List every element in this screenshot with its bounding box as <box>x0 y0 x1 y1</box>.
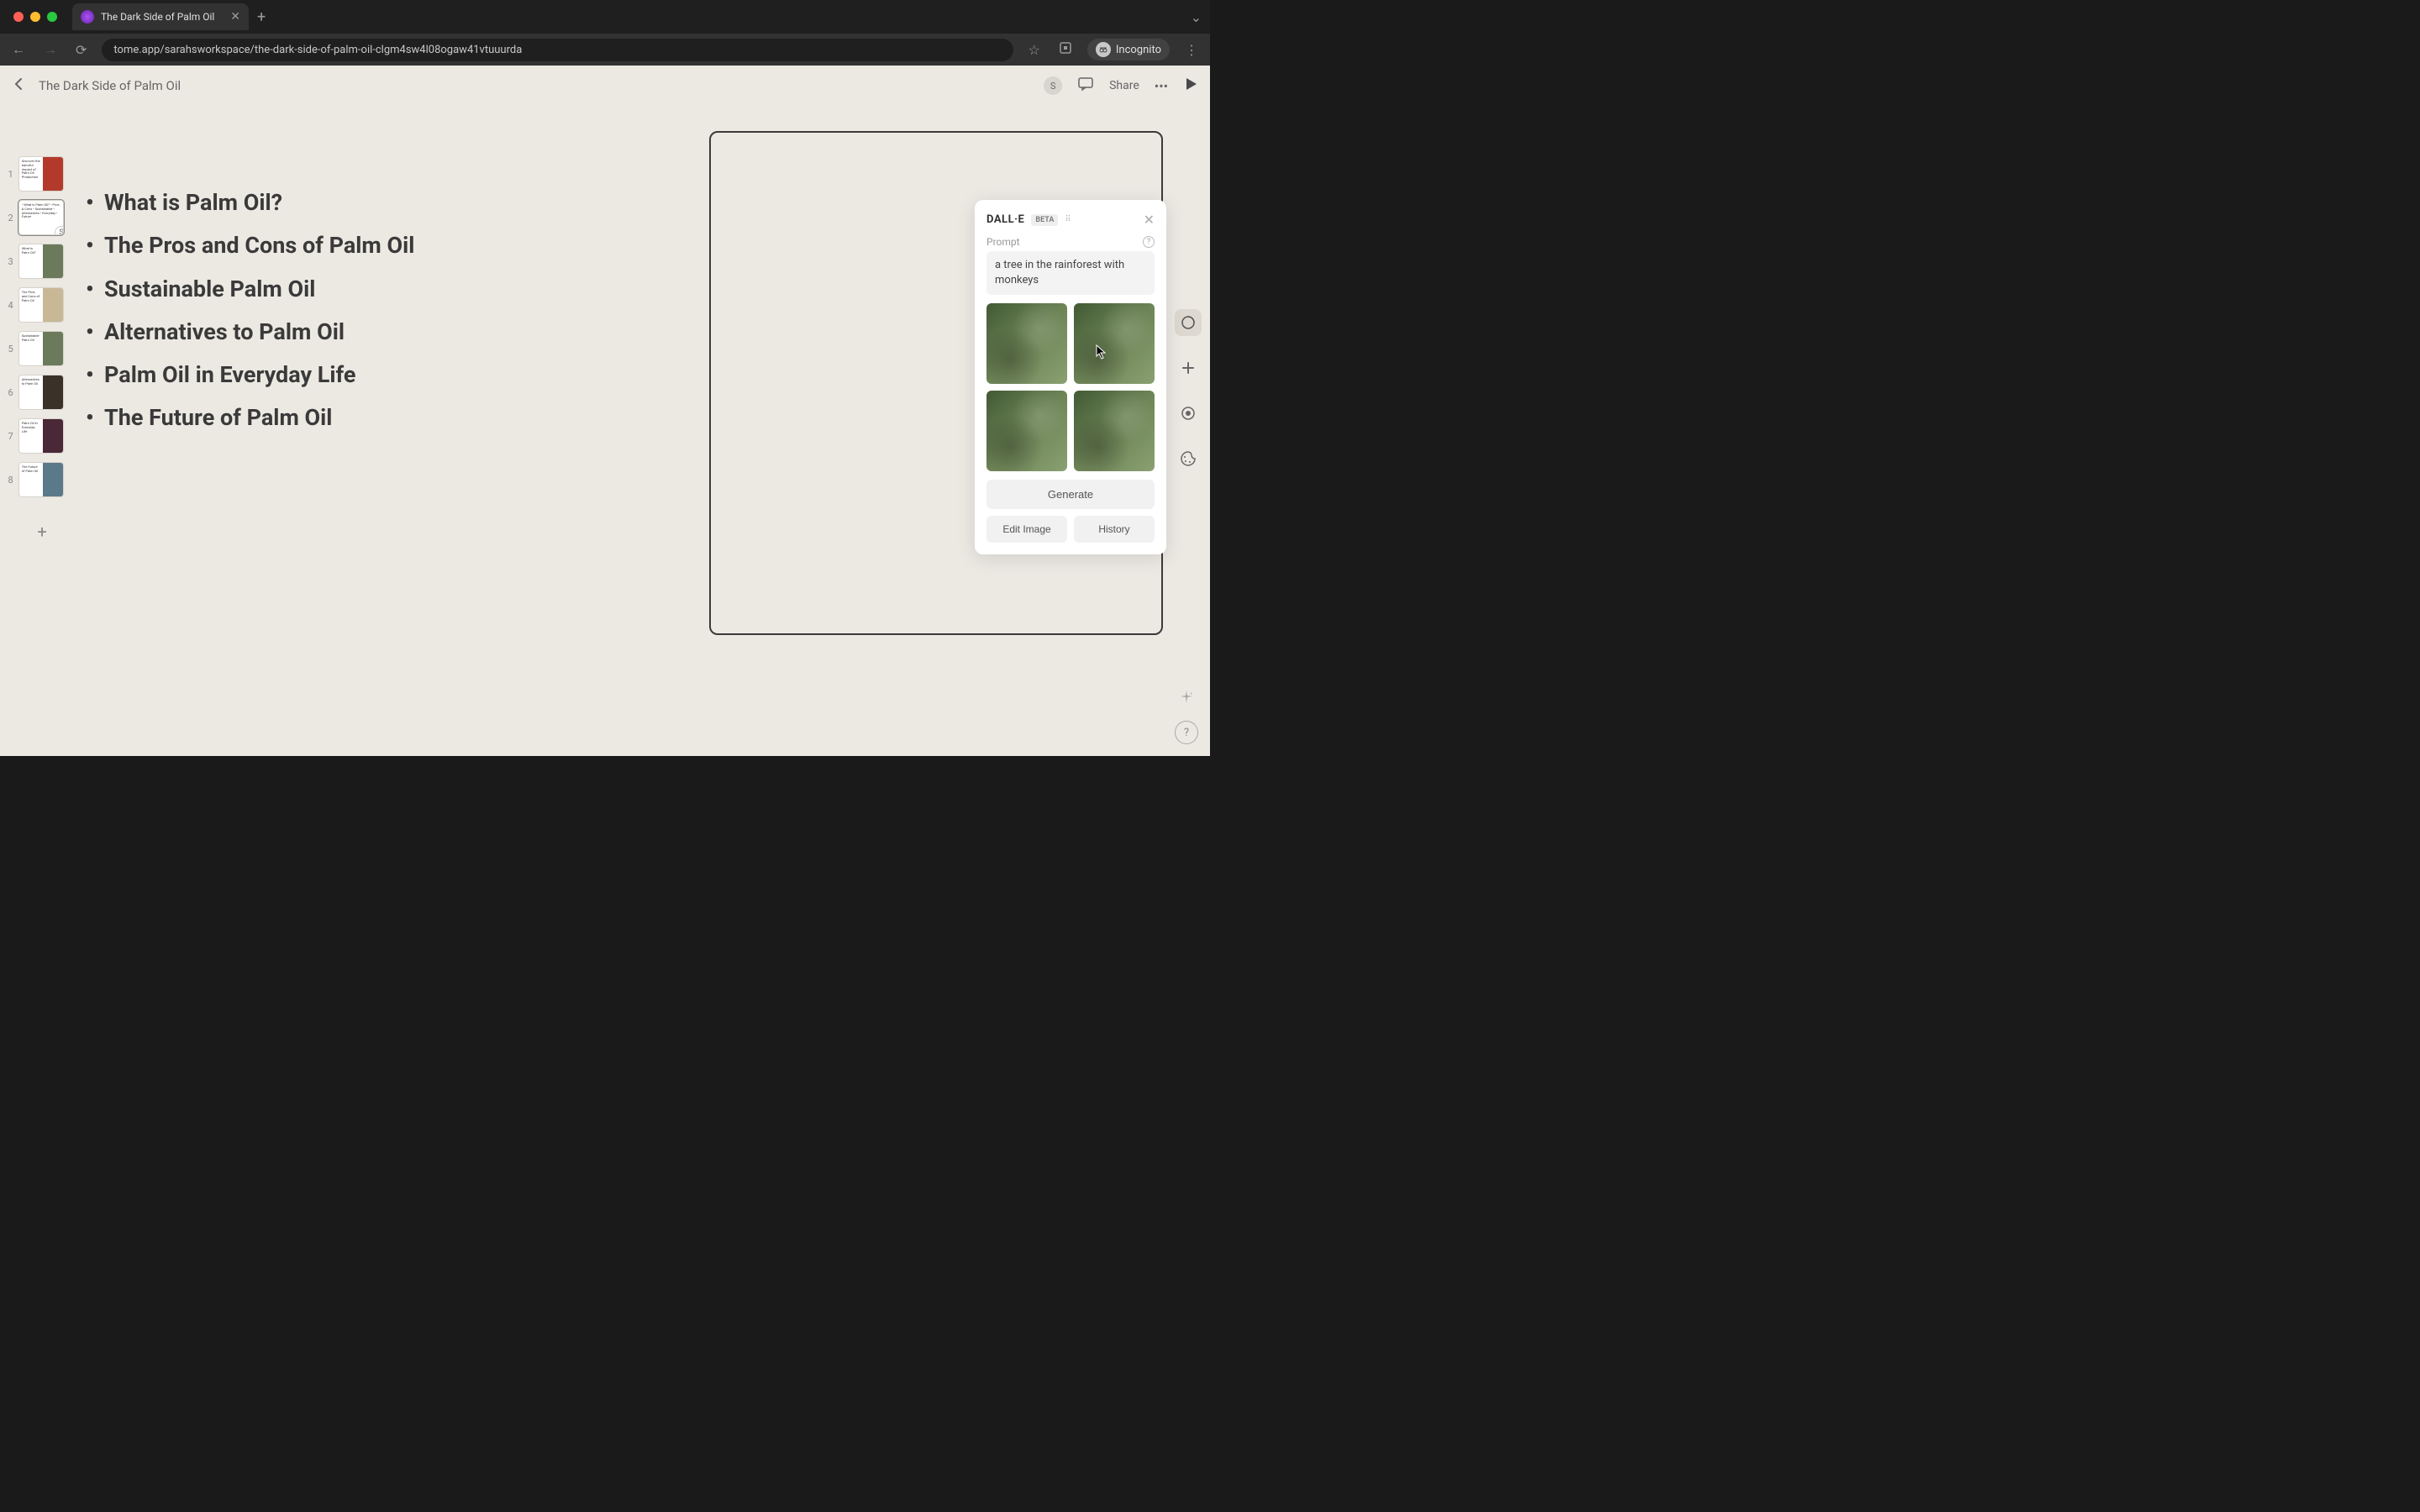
thumb-number: 6 <box>7 387 13 398</box>
present-button[interactable] <box>1183 76 1198 95</box>
slide-thumbnails: 1 Discover the harmful impact of Palm Oi… <box>7 156 64 549</box>
prompt-label: Prompt <box>986 236 1020 248</box>
window-minimize-button[interactable] <box>30 12 40 22</box>
url-input[interactable]: tome.app/sarahsworkspace/the-dark-side-o… <box>102 39 1013 61</box>
add-slide-button[interactable]: + <box>18 514 66 549</box>
thumb-number: 4 <box>7 300 13 311</box>
dalle-panel: DALL·E BETA ⠿ ✕ Prompt ? a tree in the r… <box>975 200 1166 554</box>
chevron-down-icon[interactable]: ⌄ <box>1191 9 1202 25</box>
results-grid <box>986 303 1155 471</box>
extensions-icon[interactable] <box>1055 38 1076 61</box>
thumb-user-badge: S <box>55 226 64 235</box>
favicon-icon <box>81 10 94 24</box>
slide-thumb-3[interactable]: What is Palm Oil? <box>18 244 64 279</box>
slide-thumb-8[interactable]: The Future of Palm Oil <box>18 462 64 497</box>
more-menu-icon[interactable]: ••• <box>1155 78 1168 94</box>
traffic-lights <box>8 12 57 22</box>
generate-button[interactable]: Generate <box>986 480 1155 509</box>
address-bar: ← → ⟳ tome.app/sarahsworkspace/the-dark-… <box>0 34 1210 66</box>
slide-text-block[interactable]: What is Palm Oil? The Pros and Cons of P… <box>74 131 709 732</box>
slide-thumb-5[interactable]: Sustainable Palm Oil <box>18 331 64 366</box>
theme-palette-icon[interactable] <box>1175 445 1202 472</box>
nav-forward-button[interactable]: → <box>40 38 60 61</box>
bullet-item[interactable]: The Future of Palm Oil <box>82 396 692 439</box>
ai-sparkle-icon[interactable] <box>1175 685 1198 709</box>
window-close-button[interactable] <box>13 12 24 22</box>
browser-menu-icon[interactable]: ⋮ <box>1181 39 1202 61</box>
beta-badge: BETA <box>1031 214 1058 226</box>
close-icon[interactable]: ✕ <box>1144 212 1155 228</box>
bullet-item[interactable]: The Pros and Cons of Palm Oil <box>82 224 692 267</box>
thumb-number: 2 <box>7 213 13 223</box>
thumb-number: 5 <box>7 344 13 354</box>
back-chevron-icon[interactable] <box>12 76 27 95</box>
document-title[interactable]: The Dark Side of Palm Oil <box>39 78 181 93</box>
tab-close-icon[interactable]: ✕ <box>230 10 240 24</box>
drag-handle-icon[interactable]: ⠿ <box>1065 215 1072 224</box>
share-button[interactable]: Share <box>1109 79 1139 92</box>
help-button[interactable]: ? <box>1175 721 1198 744</box>
right-toolbar <box>1175 309 1202 472</box>
help-icon[interactable]: ? <box>1143 236 1155 248</box>
ai-swirl-icon[interactable] <box>1175 309 1202 336</box>
incognito-icon <box>1096 42 1111 57</box>
dalle-title: DALL·E <box>986 213 1024 226</box>
user-avatar[interactable]: S <box>1044 76 1062 95</box>
new-tab-button[interactable]: + <box>257 8 266 26</box>
thumb-number: 1 <box>7 169 13 180</box>
bullet-item[interactable]: Palm Oil in Everyday Life <box>82 354 692 396</box>
app-header: The Dark Side of Palm Oil S Share ••• <box>0 66 1210 106</box>
thumb-number: 8 <box>7 475 13 486</box>
comments-icon[interactable] <box>1077 76 1094 96</box>
bullet-item[interactable]: Sustainable Palm Oil <box>82 268 692 311</box>
slide-thumb-4[interactable]: The Pros and Cons of Palm Oil <box>18 287 64 323</box>
window-maximize-button[interactable] <box>47 12 57 22</box>
slide-thumb-1[interactable]: Discover the harmful impact of Palm Oil … <box>18 156 64 192</box>
nav-reload-button[interactable]: ⟳ <box>72 39 90 61</box>
bullet-item[interactable]: Alternatives to Palm Oil <box>82 311 692 354</box>
slide-thumb-7[interactable]: Palm Oil in Everyday Life <box>18 418 64 454</box>
edit-image-button[interactable]: Edit Image <box>986 516 1067 543</box>
prompt-input[interactable]: a tree in the rainforest with monkeys <box>986 251 1155 295</box>
browser-tab[interactable]: The Dark Side of Palm Oil ✕ <box>72 3 249 30</box>
nav-back-button[interactable]: ← <box>8 38 29 61</box>
slide-thumb-6[interactable]: Alternatives to Palm Oil <box>18 375 64 410</box>
add-block-icon[interactable] <box>1175 354 1202 381</box>
history-button[interactable]: History <box>1074 516 1155 543</box>
thumb-number: 7 <box>7 431 13 442</box>
app-root: The Dark Side of Palm Oil S Share ••• 1 … <box>0 66 1210 756</box>
incognito-badge[interactable]: Incognito <box>1087 39 1170 60</box>
browser-title-bar: The Dark Side of Palm Oil ✕ + ⌄ <box>0 0 1210 34</box>
slide-thumb-2[interactable]: • What is Palm Oil? • Pros & Cons • Sust… <box>18 200 64 235</box>
incognito-label: Incognito <box>1116 44 1161 56</box>
bookmark-star-icon[interactable]: ☆ <box>1025 39 1044 61</box>
tab-title: The Dark Side of Palm Oil <box>101 11 224 23</box>
result-image-1[interactable] <box>986 303 1067 384</box>
result-image-2[interactable] <box>1074 303 1155 384</box>
result-image-4[interactable] <box>1074 391 1155 471</box>
record-icon[interactable] <box>1175 400 1202 427</box>
result-image-3[interactable] <box>986 391 1067 471</box>
bullet-item[interactable]: What is Palm Oil? <box>82 181 692 224</box>
thumb-number: 3 <box>7 256 13 267</box>
